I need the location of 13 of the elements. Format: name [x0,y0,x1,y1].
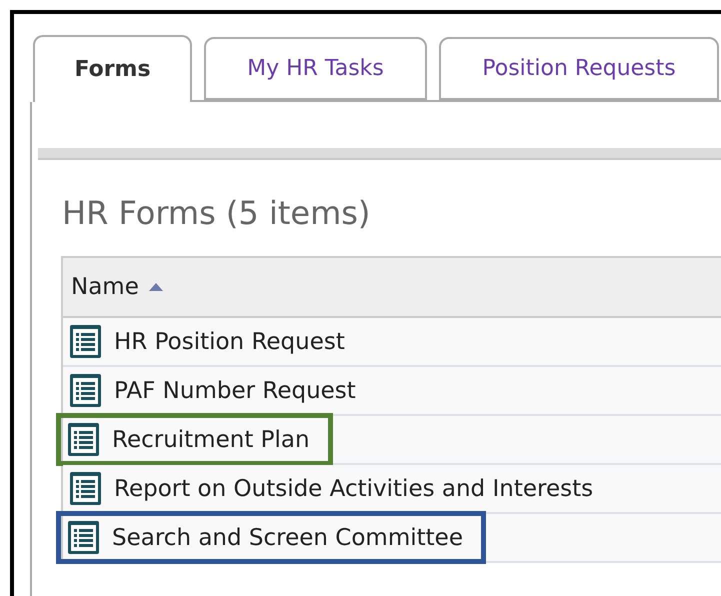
form-link[interactable]: PAF Number Request [114,378,356,404]
form-icon [69,373,102,408]
form-icon [67,422,100,457]
form-link[interactable]: Recruitment Plan [112,426,310,452]
column-header[interactable]: Name [63,256,721,318]
form-icon [69,471,102,506]
form-icon [69,324,102,359]
tab[interactable]: Position Requests [439,37,719,100]
form-link[interactable]: HR Position Request [114,328,345,354]
tab[interactable]: Forms [33,35,192,102]
form-icon [67,520,100,555]
section-heading: HR Forms (5 items) [62,194,372,232]
tab[interactable]: My HR Tasks [204,37,427,100]
